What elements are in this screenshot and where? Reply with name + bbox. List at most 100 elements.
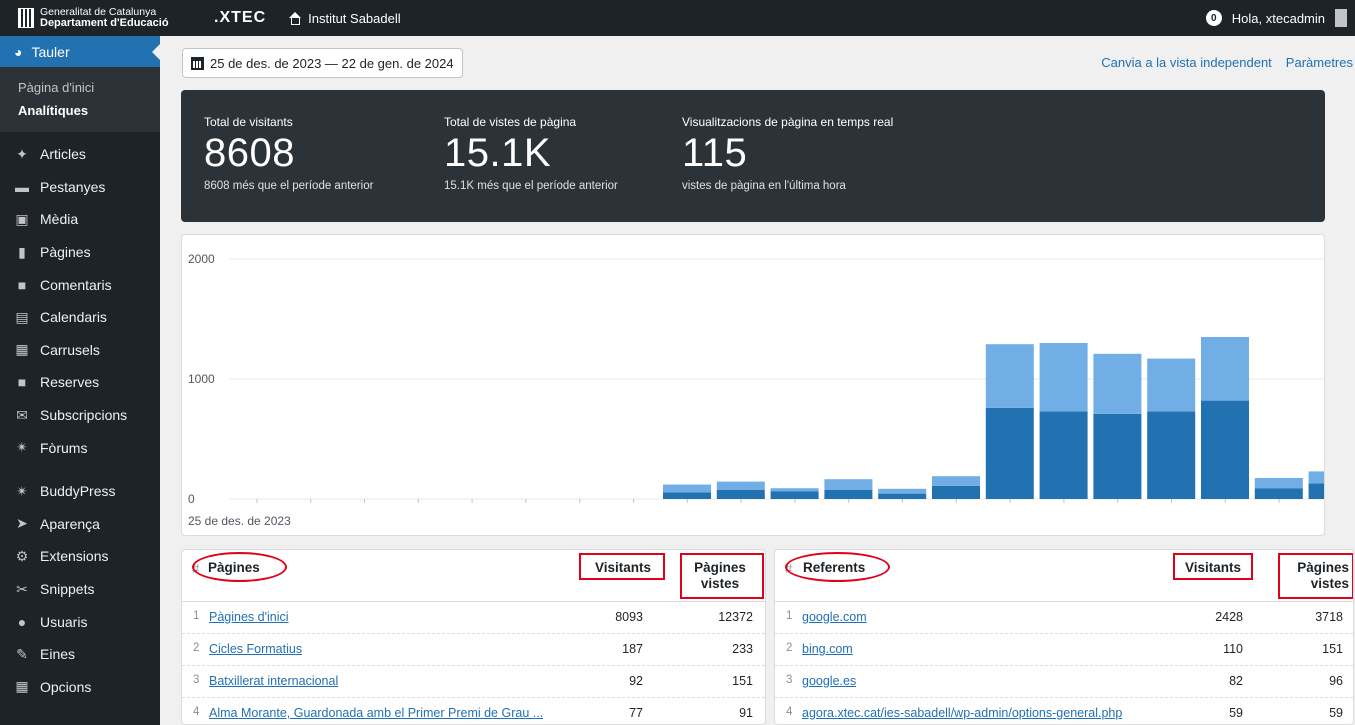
home-icon <box>288 12 302 25</box>
sidebar-item-opcions[interactable]: ▦ Opcions <box>0 671 160 704</box>
dashboard-submenu: Pàgina d'inici Analítiques <box>0 67 160 132</box>
row-link[interactable]: Cicles Formatius <box>209 642 302 656</box>
row-visitors: 59 <box>1229 706 1243 720</box>
comment-icon: ■ <box>17 276 27 293</box>
switch-view-link[interactable]: Canvia a la vista independent <box>1101 55 1272 70</box>
sidebar-item-articles[interactable]: ✦ Articles <box>0 138 160 171</box>
sidebar-item-subscripcions[interactable]: ✉ Subscripcions <box>0 399 160 432</box>
bar-pageviews <box>1308 471 1324 484</box>
pages-header: # Pàgines Visitants Pàgines vistes <box>182 550 765 602</box>
sidebar-item-label: Reserves <box>40 374 100 391</box>
sidebar-item-extensions[interactable]: ⚙ Extensions <box>0 540 160 573</box>
appearance-icon: ➤ <box>16 515 28 532</box>
bar-pageviews <box>770 488 819 492</box>
sidebar-item-label: Pàgines <box>40 244 91 261</box>
sidebar-item-label: Fòrums <box>40 439 88 456</box>
sidebar-item-carrusels[interactable]: ▦ Carrusels <box>0 334 160 367</box>
sidebar-item-eines[interactable]: ✎ Eines <box>0 638 160 671</box>
bar-pageviews <box>1201 337 1249 401</box>
sidebar-item-tauler[interactable]: ◕ Tauler <box>0 36 160 67</box>
row-link[interactable]: Alma Morante, Guardonada amb el Primer P… <box>209 706 543 720</box>
stat-value: 15.1K <box>444 131 552 175</box>
reserves-icon: ■ <box>17 374 27 391</box>
xtec-logo[interactable]: .XTEC <box>214 9 266 27</box>
buddypress-icon: ✴ <box>16 482 28 499</box>
settings-link[interactable]: Paràmetres <box>1286 55 1353 70</box>
bar-visitors <box>824 490 873 499</box>
sidebar-item-f-rums[interactable]: ✴ Fòrums <box>0 431 160 464</box>
media-icon: ▣ <box>15 210 29 227</box>
y-tick-label: 2000 <box>188 252 215 266</box>
row-link[interactable]: Pàgines d'inici <box>209 610 289 624</box>
row-link[interactable]: bing.com <box>802 642 853 656</box>
stat-realtime: Visualitzacions de pàgina en temps real … <box>682 115 893 192</box>
date-range-text: 25 de des. de 2023 — 22 de gen. de 2024 <box>210 55 454 71</box>
sidebar-item-reserves[interactable]: ■ Reserves <box>0 366 160 399</box>
stat-value: 8608 <box>204 131 295 175</box>
bar-pageviews <box>1093 353 1142 414</box>
pages-icon: ▮ <box>18 243 26 260</box>
row-link[interactable]: Batxillerat internacional <box>209 674 338 688</box>
sidebar-item-label: Eines <box>40 646 76 663</box>
row-visitors: 110 <box>1223 642 1243 656</box>
row-link[interactable]: google.com <box>802 610 867 624</box>
sidebar-item-calendaris[interactable]: ▤ Calendaris <box>0 301 160 334</box>
row-index: 3 <box>193 674 200 686</box>
bar-pageviews <box>1254 478 1303 489</box>
sidebar-item-snippets[interactable]: ✂ Snippets <box>0 573 160 606</box>
submenu-home[interactable]: Pàgina d'inici <box>0 76 160 99</box>
row-pageviews: 151 <box>1322 642 1343 656</box>
avatar[interactable] <box>1335 9 1347 27</box>
sidebar-item-p-gines[interactable]: ▮ Pàgines <box>0 236 160 269</box>
highlight-box <box>1278 553 1353 599</box>
calendar-icon: ▤ <box>15 308 29 325</box>
traffic-chart: 0 1000 2000 25 de des. de 2023 <box>181 234 1325 536</box>
sidebar-item-pestanyes[interactable]: ▬ Pestanyes <box>0 171 160 204</box>
referrers-panel: # Referents Visitants Pàgines vistes 1 go… <box>774 549 1354 725</box>
bar-pageviews <box>878 488 927 494</box>
sidebar-item-comentaris[interactable]: ■ Comentaris <box>0 268 160 301</box>
sidebar-item-m-dia[interactable]: ▣ Mèdia <box>0 203 160 236</box>
notifications-badge[interactable]: 0 <box>1205 10 1222 26</box>
row-pageviews: 12372 <box>718 610 753 624</box>
y-tick-label: 0 <box>188 492 195 506</box>
sidebar-item-label: Extensions <box>40 548 109 565</box>
bar-pageviews <box>932 476 980 486</box>
main-content: 25 de des. de 2023 — 22 de gen. de 2024 … <box>160 36 1355 725</box>
mail-icon: ✉ <box>16 406 28 423</box>
table-row: 4 Alma Morante, Guardonada amb el Primer … <box>182 698 765 724</box>
admin-sidebar: ◕ Tauler Pàgina d'inici Analítiques ✦ Art… <box>0 36 160 725</box>
bar-visitors <box>716 490 765 499</box>
row-link[interactable]: google.es <box>802 674 856 688</box>
bar-visitors <box>770 491 819 499</box>
stat-sub: vistes de pàgina en l'última hora <box>682 180 846 192</box>
highlight-box <box>1173 553 1253 580</box>
row-link[interactable]: agora.xtec.cat/ies-sabadell/wp-admin/opt… <box>802 706 1122 720</box>
stat-label: Total de visitants <box>204 115 293 129</box>
sidebar-item-buddypress[interactable]: ✴ BuddyPress <box>0 475 160 508</box>
site-link[interactable]: Institut Sabadell <box>288 11 401 26</box>
settings-icon: ▦ <box>15 678 29 695</box>
row-index: 1 <box>193 610 200 622</box>
carousel-icon: ▦ <box>15 341 29 358</box>
site-name: Institut Sabadell <box>308 10 401 26</box>
bar-visitors <box>1093 413 1142 499</box>
row-pageviews: 3718 <box>1315 610 1343 624</box>
row-pageviews: 96 <box>1329 674 1343 688</box>
sidebar-item-label: Tauler <box>31 43 70 60</box>
sidebar-item-label: Calendaris <box>40 309 107 326</box>
sidebar-item-aparen-a[interactable]: ➤ Aparença <box>0 508 160 541</box>
row-index: 4 <box>193 706 200 718</box>
date-range-picker[interactable]: 25 de des. de 2023 — 22 de gen. de 2024 <box>182 48 463 78</box>
row-index: 2 <box>193 642 200 654</box>
sidebar-item-usuaris[interactable]: ● Usuaris <box>0 605 160 638</box>
row-visitors: 77 <box>629 706 643 720</box>
sidebar-item-label: Snippets <box>40 581 95 598</box>
user-icon: ● <box>17 613 27 630</box>
stat-label: Total de vistes de pàgina <box>444 115 577 129</box>
gencat-brand[interactable]: Generalitat de Catalunya Departament d'E… <box>0 7 210 29</box>
row-pageviews: 151 <box>732 674 753 688</box>
table-row: 1 google.com 2428 3718 <box>775 602 1353 634</box>
submenu-analytics[interactable]: Analítiques <box>0 99 160 122</box>
user-greeting[interactable]: Hola, xtecadmin <box>1232 11 1325 26</box>
